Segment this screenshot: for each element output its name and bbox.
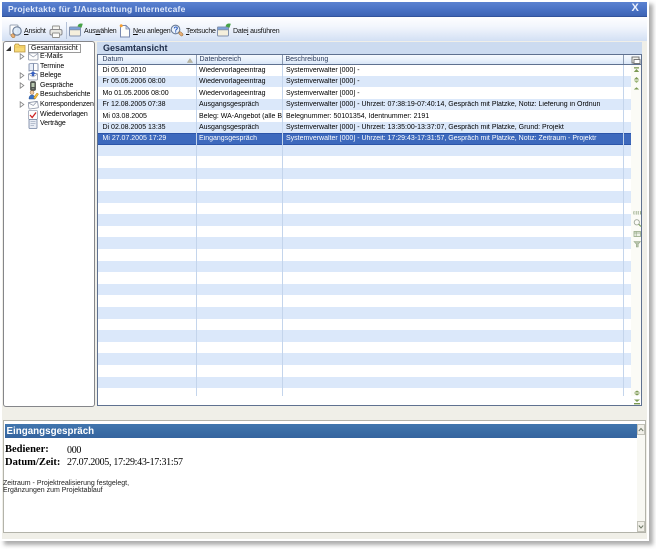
svg-text:?: ? [173, 25, 178, 34]
